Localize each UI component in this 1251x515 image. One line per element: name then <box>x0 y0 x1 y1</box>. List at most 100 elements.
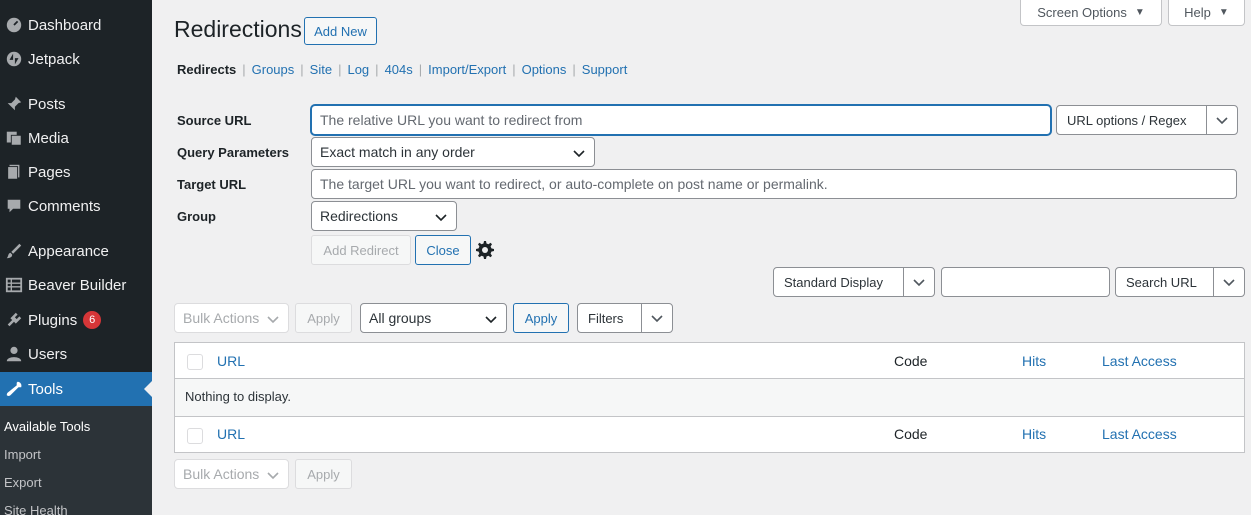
column-hits-footer[interactable]: Hits <box>1022 426 1046 442</box>
url-options-select[interactable]: URL options / Regex <box>1056 105 1238 135</box>
sidebar-item-tools[interactable]: Tools <box>0 372 152 406</box>
subnav-import-export[interactable]: Import/Export <box>428 62 506 77</box>
sidebar-item-label: Users <box>28 345 68 363</box>
search-mode-select[interactable]: Search URL <box>1115 267 1245 297</box>
target-url-placeholder: The target URL you want to redirect, or … <box>320 176 828 192</box>
subnav-separator: | <box>242 62 246 77</box>
chevron-down-icon <box>267 316 279 324</box>
subnav-404s[interactable]: 404s <box>385 62 413 77</box>
column-last-access[interactable]: Last Access <box>1102 353 1177 369</box>
column-url-footer[interactable]: URL <box>217 426 245 442</box>
grid-icon <box>0 275 28 295</box>
subnav-support[interactable]: Support <box>582 62 628 77</box>
target-url-label: Target URL <box>177 177 247 192</box>
user-icon <box>0 344 28 364</box>
chevron-down-icon <box>1207 106 1237 134</box>
sidebar-item-label: Pages <box>28 163 71 181</box>
subnav-redirects[interactable]: Redirects <box>177 62 236 77</box>
submenu-import[interactable]: Import <box>4 447 41 462</box>
select-all-checkbox[interactable] <box>187 354 203 370</box>
add-redirect-button[interactable]: Add Redirect <box>311 235 411 265</box>
plugins-update-badge: 6 <box>83 311 102 329</box>
sidebar-item-beaver-builder[interactable]: Beaver Builder <box>0 268 152 302</box>
bulk-actions-label: Bulk Actions <box>183 466 260 482</box>
gear-icon[interactable] <box>475 240 495 260</box>
pin-icon <box>0 94 28 114</box>
sidebar-item-label: Jetpack <box>28 50 80 68</box>
bulk-actions-select-bottom[interactable]: Bulk Actions <box>174 459 289 489</box>
brush-icon <box>0 241 28 261</box>
sidebar-item-plugins[interactable]: Plugins 6 <box>0 303 152 337</box>
subnav-options[interactable]: Options <box>522 62 567 77</box>
bulk-actions-label: Bulk Actions <box>183 310 260 326</box>
subnav-separator: | <box>300 62 304 77</box>
chevron-down-icon <box>485 316 497 324</box>
subnav-separator: | <box>512 62 516 77</box>
display-label: Standard Display <box>784 274 883 290</box>
sidebar-item-label: Tools <box>28 380 64 398</box>
admin-sidebar: Dashboard Jetpack Posts Media Pages Comm… <box>0 0 152 515</box>
page-title: Redirections <box>174 16 302 42</box>
subnav-groups[interactable]: Groups <box>252 62 295 77</box>
subnav-log[interactable]: Log <box>347 62 369 77</box>
submenu-export[interactable]: Export <box>4 475 42 490</box>
help-button[interactable]: Help ▼ <box>1168 0 1245 26</box>
sidebar-item-dashboard[interactable]: Dashboard <box>0 8 152 42</box>
sidebar-item-users[interactable]: Users <box>0 337 152 371</box>
sidebar-item-label: Media <box>28 129 69 147</box>
caret-down-icon: ▼ <box>1218 7 1229 18</box>
sidebar-item-label: Posts <box>28 95 66 113</box>
sidebar-item-label: Comments <box>28 197 101 215</box>
screen-options-button[interactable]: Screen Options ▼ <box>1020 0 1162 26</box>
pages-icon <box>0 162 28 182</box>
source-url-input[interactable]: The relative URL you want to redirect fr… <box>311 105 1051 135</box>
filters-select[interactable]: Filters <box>577 303 673 333</box>
submenu-site-health[interactable]: Site Health <box>4 503 68 515</box>
select-all-checkbox-footer[interactable] <box>187 428 203 444</box>
bulk-apply-button-bottom[interactable]: Apply <box>295 459 352 489</box>
column-last-access-footer[interactable]: Last Access <box>1102 426 1177 442</box>
sidebar-item-posts[interactable]: Posts <box>0 87 152 121</box>
group-select[interactable]: Redirections <box>311 201 457 231</box>
chevron-down-icon <box>1214 268 1244 296</box>
column-hits[interactable]: Hits <box>1022 353 1046 369</box>
caret-down-icon: ▼ <box>1134 7 1145 18</box>
comment-icon <box>0 196 28 216</box>
display-select[interactable]: Standard Display <box>773 267 935 297</box>
subnav-separator: | <box>418 62 423 77</box>
url-options-label: URL options / Regex <box>1067 112 1187 128</box>
target-url-input[interactable]: The target URL you want to redirect, or … <box>311 169 1237 199</box>
table-footer-row: URL Code Hits Last Access <box>175 416 1244 452</box>
table-empty-row: Nothing to display. <box>175 379 1244 416</box>
media-icon <box>0 128 28 148</box>
table-header-row: URL Code Hits Last Access <box>175 343 1244 379</box>
add-new-button[interactable]: Add New <box>304 17 377 45</box>
submenu-available-tools[interactable]: Available Tools <box>4 419 90 434</box>
column-url[interactable]: URL <box>217 353 245 369</box>
chevron-down-icon <box>904 268 934 296</box>
search-input[interactable] <box>941 267 1110 297</box>
bulk-apply-button[interactable]: Apply <box>295 303 352 333</box>
sidebar-item-media[interactable]: Media <box>0 121 152 155</box>
subnav-site[interactable]: Site <box>310 62 332 77</box>
jetpack-icon <box>0 49 28 69</box>
groups-filter-select[interactable]: All groups <box>360 303 507 333</box>
group-label: Group <box>177 209 216 224</box>
sidebar-item-appearance[interactable]: Appearance <box>0 234 152 268</box>
column-code-footer: Code <box>894 426 928 442</box>
groups-apply-button[interactable]: Apply <box>513 303 569 333</box>
chevron-down-icon <box>267 472 279 480</box>
sidebar-item-comments[interactable]: Comments <box>0 189 152 223</box>
tools-submenu: Available Tools Import Export Site Healt… <box>0 406 152 515</box>
source-url-placeholder: The relative URL you want to redirect fr… <box>320 112 583 128</box>
search-mode-label: Search URL <box>1126 274 1197 290</box>
subnav-separator: | <box>375 62 379 77</box>
close-button[interactable]: Close <box>415 235 471 265</box>
bulk-actions-select[interactable]: Bulk Actions <box>174 303 289 333</box>
query-parameters-select[interactable]: Exact match in any order <box>311 137 595 167</box>
column-code: Code <box>894 353 928 369</box>
plugin-icon <box>0 310 28 330</box>
sidebar-item-jetpack[interactable]: Jetpack <box>0 42 152 76</box>
wrench-icon <box>0 379 28 399</box>
sidebar-item-pages[interactable]: Pages <box>0 155 152 189</box>
